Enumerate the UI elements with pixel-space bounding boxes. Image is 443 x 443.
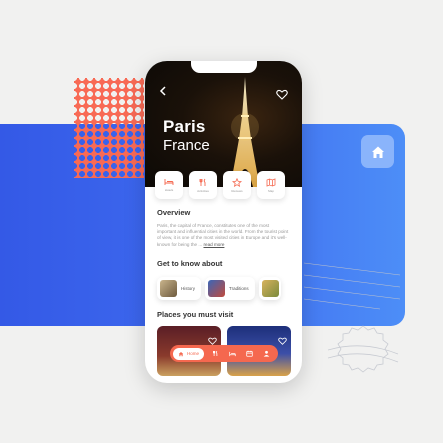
category-label: Activities	[197, 188, 209, 193]
nav-home[interactable]: Home	[173, 347, 205, 360]
places-title: Places you must visit	[157, 310, 234, 319]
phone-notch	[190, 61, 257, 73]
know-item-history[interactable]: History	[157, 277, 202, 300]
traditions-thumbnail	[208, 280, 226, 297]
know-item-traditions[interactable]: Traditions	[205, 277, 255, 300]
favorite-button[interactable]	[276, 85, 288, 104]
know-title: Get to know about	[157, 259, 223, 268]
calendar-icon	[246, 350, 253, 357]
category-label: Map	[268, 188, 274, 193]
home-icon	[178, 351, 184, 356]
cutlery-icon	[199, 178, 206, 186]
know-item-more[interactable]	[258, 277, 281, 300]
cutlery-icon	[213, 350, 218, 356]
country-subtitle: France	[163, 137, 210, 154]
category-hotels[interactable]: Hotels	[155, 171, 183, 199]
bed-icon	[229, 351, 236, 356]
read-more-link[interactable]: read more	[203, 242, 224, 247]
home-badge	[361, 135, 394, 168]
know-list: History Traditions	[157, 277, 281, 300]
heart-icon	[276, 89, 288, 100]
postage-stamp	[74, 78, 144, 178]
nav-home-label: Home	[187, 351, 200, 356]
nav-calendar[interactable]	[244, 348, 255, 360]
category-map[interactable]: Map	[257, 171, 285, 199]
city-title: Paris	[163, 117, 206, 136]
overview-text: Paris, the capital of France, constitute…	[157, 223, 289, 248]
bed-icon	[164, 179, 174, 185]
home-icon	[371, 146, 384, 158]
place-favorite[interactable]	[278, 330, 287, 349]
category-label: Hotels	[164, 188, 174, 192]
postmark-seal	[327, 325, 399, 373]
postcard-lines	[303, 262, 401, 310]
category-label: Reviews	[231, 188, 243, 193]
know-item-label: History	[181, 286, 196, 291]
map-icon	[266, 177, 276, 187]
heart-icon	[208, 337, 217, 345]
category-row: Hotels Activities Reviews Map	[155, 171, 285, 199]
heart-icon	[278, 337, 287, 345]
back-button[interactable]	[159, 85, 167, 100]
category-reviews[interactable]: Reviews	[223, 171, 251, 199]
history-thumbnail	[160, 280, 177, 297]
phone-mockup: Paris France Hotels Activities Reviews M…	[145, 61, 302, 383]
star-icon	[232, 177, 242, 187]
category-activities[interactable]: Activities	[189, 171, 217, 199]
nav-food[interactable]	[210, 348, 221, 360]
hero-image: Paris France	[145, 61, 302, 187]
nav-hotels[interactable]	[227, 348, 238, 360]
user-icon	[263, 350, 270, 357]
nav-profile[interactable]	[261, 348, 272, 360]
know-item-label: Traditions	[229, 286, 249, 291]
overview-title: Overview	[157, 208, 191, 217]
chevron-left-icon	[159, 86, 166, 96]
promo-scene: Paris France Hotels Activities Reviews M…	[0, 0, 443, 443]
bottom-nav: Home	[170, 345, 278, 362]
more-thumbnail	[261, 280, 279, 297]
